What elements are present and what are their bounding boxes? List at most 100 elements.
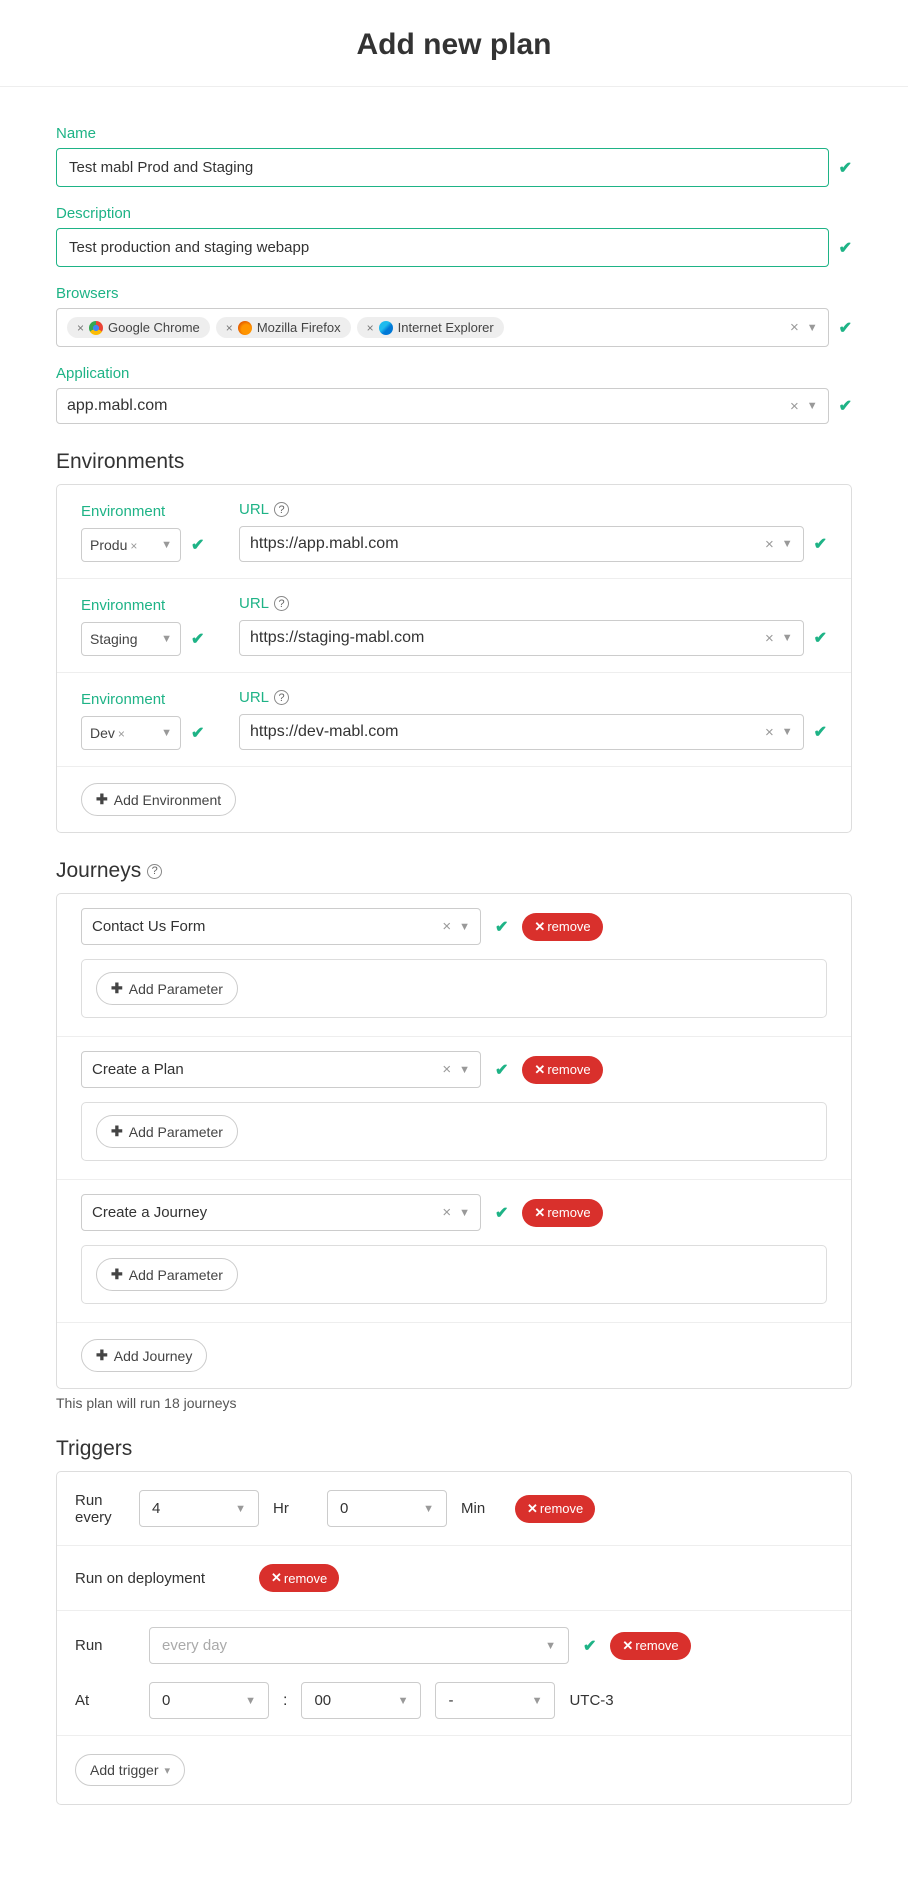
journey-select[interactable]: Create a Journey × ▼ xyxy=(81,1194,481,1231)
clear-icon[interactable]: × xyxy=(765,536,774,553)
description-label: Description xyxy=(56,205,852,222)
chevron-down-icon[interactable]: ▼ xyxy=(782,726,793,738)
environments-heading: Environments xyxy=(56,450,852,474)
ie-icon xyxy=(379,321,393,335)
remove-journey-button[interactable]: ✕remove xyxy=(522,913,602,941)
chip-remove-icon[interactable]: × xyxy=(77,321,84,335)
at-label: At xyxy=(75,1692,135,1709)
chevron-down-icon[interactable]: ▼ xyxy=(459,1207,470,1219)
clear-icon[interactable]: × xyxy=(442,1204,451,1221)
journey-select[interactable]: Contact Us Form × ▼ xyxy=(81,908,481,945)
check-icon: ✔ xyxy=(839,318,852,338)
url-select[interactable]: https://app.mabl.com × ▼ xyxy=(239,526,804,562)
url-value: https://dev-mabl.com xyxy=(250,723,399,741)
clear-icon[interactable]: × xyxy=(442,1061,451,1078)
url-value: https://app.mabl.com xyxy=(250,535,399,553)
help-icon[interactable]: ? xyxy=(274,596,289,611)
application-select[interactable]: app.mabl.com × ▼ xyxy=(56,388,829,424)
check-icon: ✔ xyxy=(814,628,827,648)
check-icon: ✔ xyxy=(814,534,827,554)
clear-icon[interactable]: × xyxy=(790,398,799,415)
hr-unit: Hr xyxy=(273,1500,313,1517)
add-parameter-button[interactable]: ✚ Add Parameter xyxy=(96,972,238,1005)
help-icon[interactable]: ? xyxy=(274,502,289,517)
remove-journey-button[interactable]: ✕remove xyxy=(522,1199,602,1227)
chip-label: Google Chrome xyxy=(108,320,200,335)
url-select[interactable]: https://dev-mabl.com × ▼ xyxy=(239,714,804,750)
environment-select[interactable]: Produ× ▼ xyxy=(81,528,181,562)
environment-value: Produ× xyxy=(90,537,137,553)
clear-icon[interactable]: × xyxy=(765,724,774,741)
add-environment-button[interactable]: ✚ Add Environment xyxy=(81,783,236,816)
check-icon: ✔ xyxy=(495,1060,508,1080)
remove-journey-button[interactable]: ✕remove xyxy=(522,1056,602,1084)
browser-chip[interactable]: × Google Chrome xyxy=(67,317,210,338)
run-label: Run xyxy=(75,1637,135,1654)
chevron-down-icon[interactable]: ▼ xyxy=(161,727,172,739)
chip-remove-icon[interactable]: × xyxy=(367,321,374,335)
remove-trigger-button[interactable]: ✕remove xyxy=(515,1495,595,1523)
add-trigger-button[interactable]: Add trigger▾ xyxy=(75,1754,185,1786)
description-input[interactable] xyxy=(56,228,829,267)
minute-select[interactable]: 0▼ xyxy=(327,1490,447,1527)
check-icon: ✔ xyxy=(583,1636,596,1656)
chevron-down-icon[interactable]: ▼ xyxy=(782,632,793,644)
chevron-down-icon[interactable]: ▼ xyxy=(782,538,793,550)
application-value: app.mabl.com xyxy=(67,397,168,415)
at-minute-select[interactable]: 00▼ xyxy=(301,1682,421,1719)
url-value: https://staging-mabl.com xyxy=(250,629,424,647)
check-icon: ✔ xyxy=(191,535,204,555)
chevron-down-icon[interactable]: ▼ xyxy=(161,633,172,645)
add-parameter-button[interactable]: ✚ Add Parameter xyxy=(96,1258,238,1291)
chevron-down-icon[interactable]: ▼ xyxy=(459,921,470,933)
browsers-select[interactable]: × Google Chrome× Mozilla Firefox× Intern… xyxy=(56,308,829,347)
journeys-note: This plan will run 18 journeys xyxy=(56,1395,852,1411)
at-hour-select[interactable]: 0▼ xyxy=(149,1682,269,1719)
ampm-select[interactable]: -▼ xyxy=(435,1682,555,1719)
plus-icon: ✚ xyxy=(111,1266,123,1283)
clear-icon[interactable]: × xyxy=(765,630,774,647)
plus-icon: ✚ xyxy=(111,980,123,997)
help-icon[interactable]: ? xyxy=(147,864,162,879)
plus-icon: ✚ xyxy=(96,1347,108,1364)
chevron-down-icon[interactable]: ▼ xyxy=(807,322,818,334)
journey-select[interactable]: Create a Plan × ▼ xyxy=(81,1051,481,1088)
environment-select[interactable]: Dev× ▼ xyxy=(81,716,181,750)
chip-remove-icon[interactable]: × xyxy=(226,321,233,335)
add-journey-button[interactable]: ✚ Add Journey xyxy=(81,1339,207,1372)
clear-icon[interactable]: × xyxy=(130,539,137,553)
environment-label: Environment xyxy=(81,691,211,708)
chip-label: Internet Explorer xyxy=(398,320,494,335)
name-input[interactable] xyxy=(56,148,829,187)
schedule-select[interactable]: every day▼ xyxy=(149,1627,569,1664)
check-icon: ✔ xyxy=(839,396,852,416)
chevron-down-icon[interactable]: ▼ xyxy=(807,400,818,412)
journey-name: Create a Journey xyxy=(92,1204,207,1221)
url-select[interactable]: https://staging-mabl.com × ▼ xyxy=(239,620,804,656)
environment-select[interactable]: Staging ▼ xyxy=(81,622,181,656)
help-icon[interactable]: ? xyxy=(274,690,289,705)
check-icon: ✔ xyxy=(495,917,508,937)
environment-label: Environment xyxy=(81,503,211,520)
add-parameter-button[interactable]: ✚ Add Parameter xyxy=(96,1115,238,1148)
clear-icon[interactable]: × xyxy=(790,319,799,336)
chevron-down-icon[interactable]: ▼ xyxy=(459,1064,470,1076)
hour-select[interactable]: 4▼ xyxy=(139,1490,259,1527)
run-every-label: Run every xyxy=(75,1492,125,1526)
plus-icon: ✚ xyxy=(96,791,108,808)
triggers-heading: Triggers xyxy=(56,1437,852,1461)
application-label: Application xyxy=(56,365,852,382)
browser-chip[interactable]: × Mozilla Firefox xyxy=(216,317,351,338)
remove-trigger-button[interactable]: ✕remove xyxy=(259,1564,339,1592)
name-label: Name xyxy=(56,125,852,142)
browser-chip[interactable]: × Internet Explorer xyxy=(357,317,504,338)
environment-value: Staging xyxy=(90,631,137,647)
check-icon: ✔ xyxy=(814,722,827,742)
remove-trigger-button[interactable]: ✕remove xyxy=(610,1632,690,1660)
clear-icon[interactable]: × xyxy=(442,918,451,935)
clear-icon[interactable]: × xyxy=(118,727,125,741)
url-label: URL ? xyxy=(239,501,827,518)
page-title: Add new plan xyxy=(0,0,908,87)
chevron-down-icon[interactable]: ▼ xyxy=(161,539,172,551)
url-label: URL ? xyxy=(239,595,827,612)
